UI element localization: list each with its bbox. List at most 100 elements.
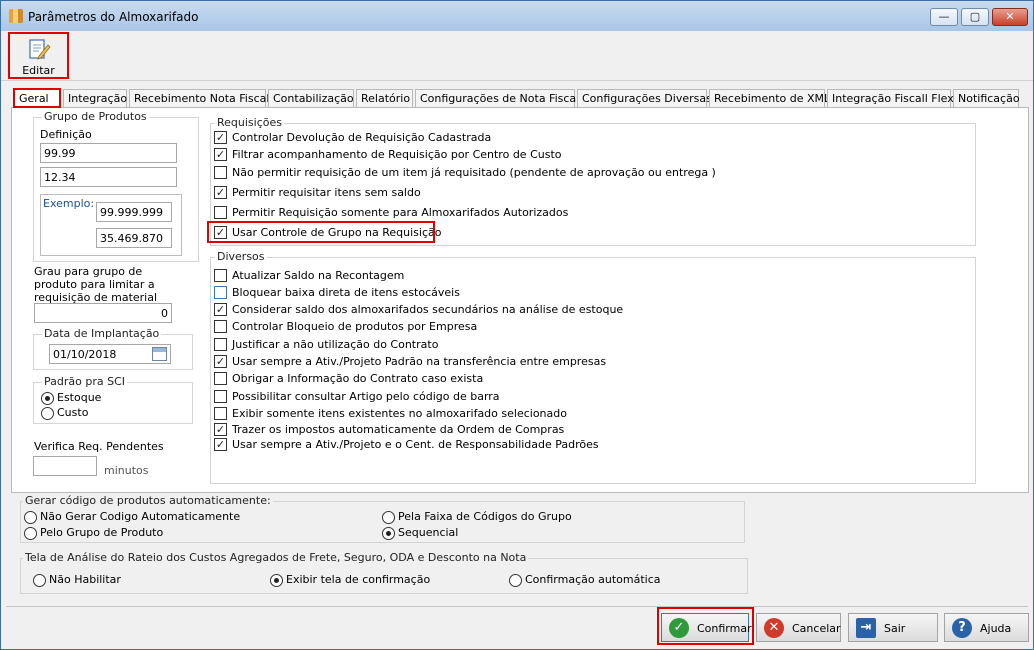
padrao-sci-title: Padrão pra SCI bbox=[42, 375, 128, 388]
confirm-button-label: Confirmar bbox=[697, 622, 752, 635]
tela-confirmacao-automatica-option[interactable]: Confirmação automática bbox=[509, 573, 729, 588]
grau-input[interactable] bbox=[34, 303, 172, 323]
radio-grupo-produto-label: Pelo Grupo de Produto bbox=[40, 526, 164, 539]
div-cent-responsabilidade-label: Usar sempre a Ativ./Projeto e o Cent. de… bbox=[232, 438, 599, 451]
radio-exibir-confirmacao-label: Exibir tela de confirmação bbox=[286, 573, 431, 586]
div-considerar-saldo-checkbox[interactable]: ✓ bbox=[214, 303, 227, 316]
req-almoxarifados-autorizados-checkbox[interactable] bbox=[214, 206, 227, 219]
div-atualizar-saldo-checkbox[interactable] bbox=[214, 269, 227, 282]
padrao-custo-option[interactable]: Custo bbox=[41, 406, 181, 421]
div-consultar-artigo-checkbox[interactable] bbox=[214, 390, 227, 403]
radio-sequencial-label: Sequencial bbox=[398, 526, 459, 539]
confirm-button[interactable]: ✓ Confirmar bbox=[661, 613, 752, 642]
req-permitir-sem-saldo-label: Permitir requisitar itens sem saldo bbox=[232, 186, 421, 199]
radio-estoque[interactable] bbox=[41, 392, 54, 405]
radio-grupo-produto[interactable] bbox=[24, 527, 37, 540]
div-ativ-projeto-padrao-checkbox[interactable]: ✓ bbox=[214, 355, 227, 368]
req-almoxarifados-autorizados-label: Permitir Requisição somente para Almoxar… bbox=[232, 206, 569, 219]
div-controlar-bloqueio-checkbox[interactable] bbox=[214, 320, 227, 333]
check-icon: ✓ bbox=[669, 618, 689, 638]
tab-row: Geral Integração Recebimento Nota Fiscal… bbox=[11, 88, 1021, 108]
req-filtrar-centro-custo-checkbox[interactable]: ✓ bbox=[214, 148, 227, 161]
radio-confirmacao-automatica[interactable] bbox=[509, 574, 522, 587]
parametros-window: Parâmetros do Almoxarifado — ▢ ✕ Editar … bbox=[0, 0, 1034, 650]
maximize-button[interactable]: ▢ bbox=[961, 8, 989, 26]
tab-relatorio[interactable]: Relatório bbox=[356, 89, 413, 108]
div-consultar-artigo-label: Possibilitar consultar Artigo pelo códig… bbox=[232, 390, 500, 403]
padrao-estoque-option[interactable]: Estoque bbox=[41, 391, 181, 406]
radio-faixa-codigos[interactable] bbox=[382, 511, 395, 524]
tela-exibir-confirmacao-option[interactable]: Exibir tela de confirmação bbox=[270, 573, 490, 588]
gerar-codigo-group: Gerar código de produtos automaticamente… bbox=[20, 494, 745, 543]
div-exibir-itens-checkbox[interactable] bbox=[214, 407, 227, 420]
close-button[interactable]: ✕ bbox=[992, 8, 1028, 26]
req-controlar-devolucao-checkbox[interactable]: ✓ bbox=[214, 131, 227, 144]
data-implantacao-group: Data de Implantação bbox=[33, 327, 193, 370]
tab-configuracoes-diversas[interactable]: Configurações Diversas bbox=[577, 89, 712, 108]
cancel-button-label: Cancelar bbox=[792, 622, 841, 635]
div-justificar-contrato-label: Justificar a não utilização do Contrato bbox=[232, 338, 439, 351]
exemplo-input-1 bbox=[96, 202, 172, 222]
grau-label-line1: Grau para grupo de bbox=[34, 265, 143, 278]
verifica-input[interactable] bbox=[33, 456, 97, 476]
div-obrigar-contrato-checkbox[interactable] bbox=[214, 372, 227, 385]
gerar-sequencial-option[interactable]: Sequencial bbox=[382, 526, 682, 541]
definicao-input-2[interactable] bbox=[40, 167, 177, 187]
minimize-button[interactable]: — bbox=[930, 8, 958, 26]
radio-faixa-codigos-label: Pela Faixa de Códigos do Grupo bbox=[398, 510, 572, 523]
cancel-button[interactable]: ✕ Cancelar bbox=[756, 613, 841, 642]
exemplo-label: Exemplo: bbox=[43, 197, 95, 210]
req-permitir-sem-saldo-checkbox[interactable]: ✓ bbox=[214, 186, 227, 199]
highlight-usar-controle-grupo bbox=[207, 221, 435, 243]
diversos-title: Diversos bbox=[215, 250, 267, 263]
tab-contabilizacao[interactable]: Contabilização bbox=[268, 89, 354, 108]
tab-configuracoes-nota-fiscal[interactable]: Configurações de Nota Fiscal bbox=[415, 89, 579, 108]
cancel-icon: ✕ bbox=[764, 618, 784, 638]
div-bloquear-baixa-checkbox[interactable] bbox=[214, 286, 227, 299]
radio-nao-habilitar[interactable] bbox=[33, 574, 46, 587]
div-trazer-impostos-checkbox[interactable]: ✓ bbox=[214, 423, 227, 436]
window-title: Parâmetros do Almoxarifado bbox=[28, 10, 199, 24]
help-icon: ? bbox=[952, 618, 972, 638]
help-button[interactable]: ? Ajuda bbox=[944, 613, 1029, 642]
title-bar: Parâmetros do Almoxarifado — ▢ ✕ bbox=[1, 1, 1033, 31]
radio-nao-habilitar-label: Não Habilitar bbox=[49, 573, 121, 586]
edit-button[interactable]: Editar bbox=[8, 32, 69, 79]
gerar-grupo-produto-option[interactable]: Pelo Grupo de Produto bbox=[24, 526, 324, 541]
gerar-faixa-codigos-option[interactable]: Pela Faixa de Códigos do Grupo bbox=[382, 510, 682, 525]
tela-nao-habilitar-option[interactable]: Não Habilitar bbox=[33, 573, 233, 588]
exit-button[interactable]: ⇥ Sair bbox=[848, 613, 938, 642]
radio-nao-gerar[interactable] bbox=[24, 511, 37, 524]
div-justificar-contrato-checkbox[interactable] bbox=[214, 338, 227, 351]
gerar-nao-gerar-option[interactable]: Não Gerar Codigo Automaticamente bbox=[24, 510, 324, 525]
radio-confirmacao-automatica-label: Confirmação automática bbox=[525, 573, 661, 586]
requisicoes-group: Requisições ✓ Controlar Devolução de Requ… bbox=[207, 116, 976, 246]
div-trazer-impostos-label: Trazer os impostos automaticamente da Or… bbox=[232, 423, 565, 436]
tab-recebimento-xml[interactable]: Recebimento de XML bbox=[709, 89, 830, 108]
data-implantacao-title: Data de Implantação bbox=[42, 327, 162, 340]
exit-door-icon: ⇥ bbox=[856, 618, 876, 638]
tab-integracao-fiscall-flex[interactable]: Integração Fiscall Flex bbox=[827, 89, 954, 108]
exit-button-label: Sair bbox=[884, 622, 906, 635]
tab-geral[interactable]: Geral bbox=[13, 88, 61, 108]
gerar-codigo-title: Gerar código de produtos automaticamente… bbox=[23, 494, 273, 507]
requisicoes-title: Requisições bbox=[215, 116, 284, 129]
verifica-label: Verifica Req. Pendentes bbox=[34, 440, 164, 453]
radio-exibir-confirmacao[interactable] bbox=[270, 574, 283, 587]
edit-button-label: Editar bbox=[22, 64, 55, 77]
div-cent-responsabilidade-checkbox[interactable]: ✓ bbox=[214, 438, 227, 451]
tab-panel-geral: Grupo de Produtos Definição Exemplo: Gra… bbox=[11, 107, 1029, 493]
radio-sequencial[interactable] bbox=[382, 527, 395, 540]
req-nao-permitir-requisicao-checkbox[interactable] bbox=[214, 166, 227, 179]
definicao-input-1[interactable] bbox=[40, 143, 177, 163]
tab-recebimento-nota-fiscal[interactable]: Recebimento Nota Fiscal bbox=[129, 89, 269, 108]
minutos-label: minutos bbox=[104, 464, 149, 477]
req-controlar-devolucao-label: Controlar Devolução de Requisição Cadast… bbox=[232, 131, 492, 144]
tela-analise-title: Tela de Análise do Rateio dos Custos Agr… bbox=[23, 551, 529, 564]
calendar-icon[interactable] bbox=[152, 347, 167, 361]
grupo-produtos-title: Grupo de Produtos bbox=[42, 110, 149, 123]
div-obrigar-contrato-label: Obrigar a Informação do Contrato caso ex… bbox=[232, 372, 484, 385]
tab-integracao[interactable]: Integração bbox=[63, 89, 127, 108]
tab-notificacao[interactable]: Notificação bbox=[953, 89, 1020, 108]
radio-custo[interactable] bbox=[41, 407, 54, 420]
